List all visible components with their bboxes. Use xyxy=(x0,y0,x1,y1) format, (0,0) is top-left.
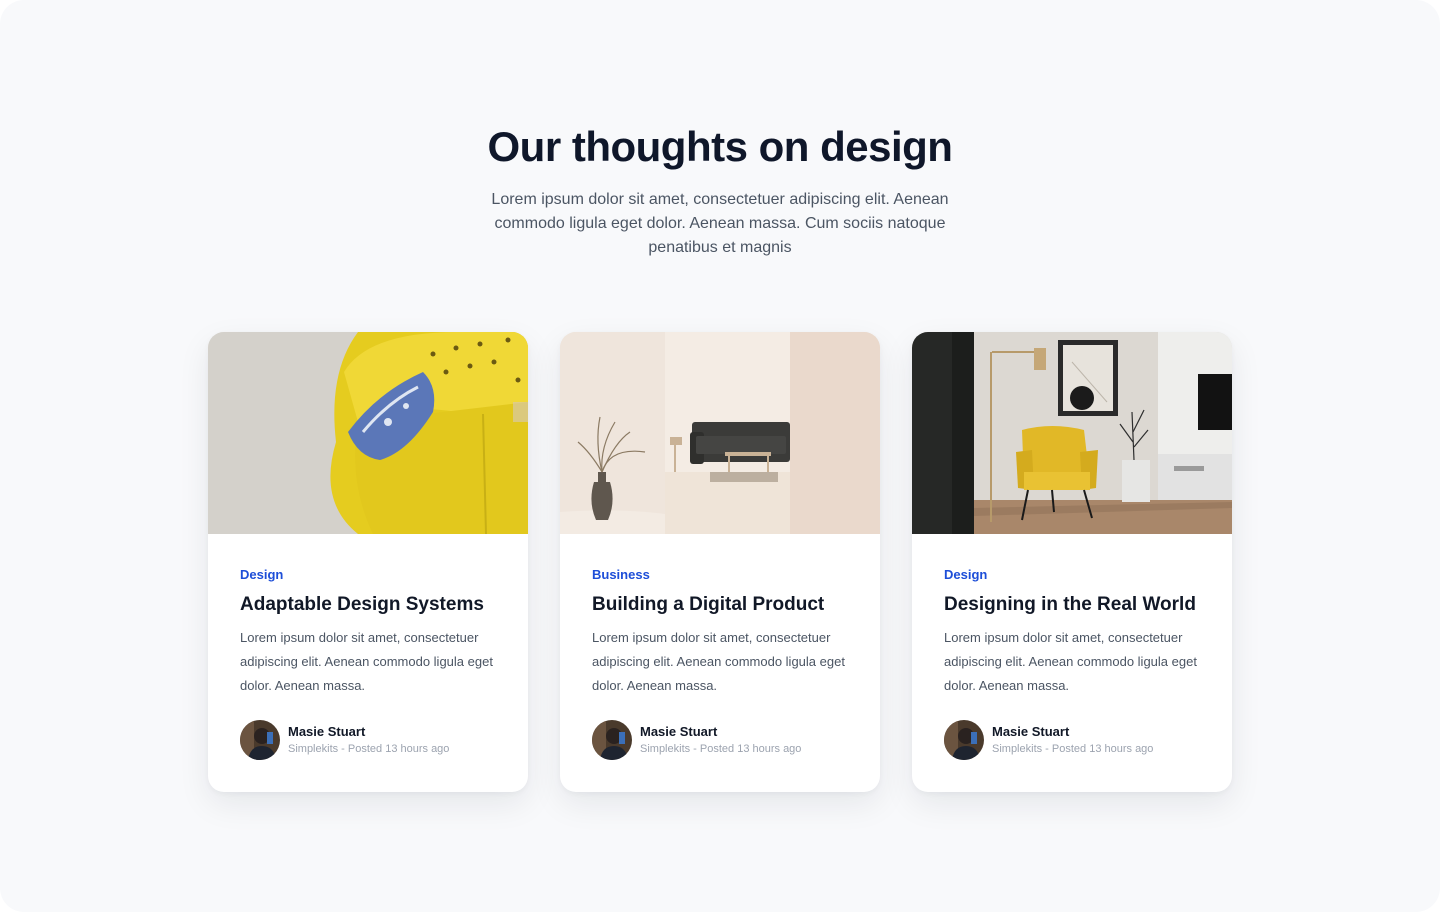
section-title: Our thoughts on design xyxy=(487,123,953,170)
section-subtitle: Lorem ipsum dolor sit amet, consectetuer… xyxy=(491,191,949,256)
card-author: Masie Stuart Simplekits - Posted 13 hour… xyxy=(592,720,801,760)
blog-card[interactable]: Design Designing in the Real World Lorem… xyxy=(912,332,1232,792)
card-author: Masie Stuart Simplekits - Posted 13 hour… xyxy=(240,720,449,760)
card-title[interactable]: Designing in the Real World xyxy=(944,592,1200,618)
page-background: Our thoughts on design Lorem ipsum dolor… xyxy=(0,0,1440,912)
blog-card[interactable]: Business Building a Digital Product Lore… xyxy=(560,332,880,792)
card-excerpt: Lorem ipsum dolor sit amet, consectetuer… xyxy=(592,630,845,693)
card-image-living-room[interactable] xyxy=(560,332,880,534)
card-excerpt: Lorem ipsum dolor sit amet, consectetuer… xyxy=(240,630,493,693)
author-name: Masie Stuart xyxy=(640,724,718,739)
card-excerpt: Lorem ipsum dolor sit amet, consectetuer… xyxy=(944,630,1197,693)
author-name: Masie Stuart xyxy=(288,724,366,739)
author-name: Masie Stuart xyxy=(992,724,1070,739)
card-title[interactable]: Building a Digital Product xyxy=(592,592,848,618)
card-category[interactable]: Design xyxy=(944,566,1200,584)
blog-card-list: Design Adaptable Design Systems Lorem ip… xyxy=(208,332,1232,792)
card-category[interactable]: Business xyxy=(592,566,848,584)
card-image-armchair-room[interactable] xyxy=(912,332,1232,534)
card-image-yellow-sofa[interactable] xyxy=(208,332,528,534)
card-title[interactable]: Adaptable Design Systems xyxy=(240,592,496,618)
card-author: Masie Stuart Simplekits - Posted 13 hour… xyxy=(944,720,1153,760)
author-avatar xyxy=(592,720,632,760)
author-meta: Simplekits - Posted 13 hours ago xyxy=(992,743,1154,755)
card-category[interactable]: Design xyxy=(240,566,496,584)
blog-card[interactable]: Design Adaptable Design Systems Lorem ip… xyxy=(208,332,528,792)
author-avatar xyxy=(944,720,984,760)
author-meta: Simplekits - Posted 13 hours ago xyxy=(288,743,450,755)
author-avatar xyxy=(240,720,280,760)
author-meta: Simplekits - Posted 13 hours ago xyxy=(640,743,802,755)
